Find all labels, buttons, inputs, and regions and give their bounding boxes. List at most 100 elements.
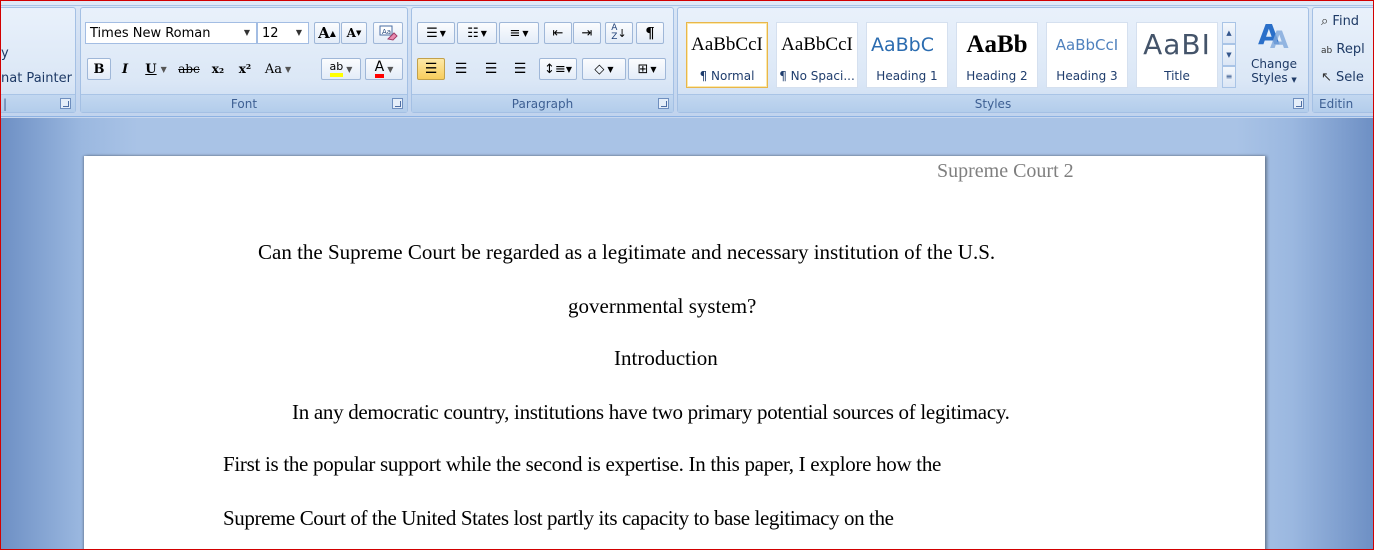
style-name: ¶ Normal <box>699 69 755 83</box>
style-title[interactable]: AaBI Title <box>1136 22 1218 88</box>
font-color-button[interactable]: A ▼ <box>365 58 403 80</box>
replace-button[interactable]: ab Repl <box>1321 42 1365 57</box>
font-dialog-launcher[interactable] <box>392 98 403 109</box>
sort-button[interactable]: A Z ↓ <box>605 22 633 44</box>
justify-icon: ☰ <box>513 61 527 77</box>
section-heading: Introduction <box>614 346 718 370</box>
italic-icon: I <box>121 61 129 77</box>
paragraph-group: ☰ ▼ ☷ ▼ ≡ ▼ ⇤ ⇥ A Z ↓ ¶ ☰ ☰ ☰ ☰ ↕≡ ▼ ◇ ▼… <box>411 7 674 113</box>
style-name: ¶ No Spaci... <box>779 69 855 83</box>
align-right-button[interactable]: ☰ <box>477 58 505 80</box>
decrease-indent-icon: ⇤ <box>552 25 564 41</box>
align-center-button[interactable]: ☰ <box>447 58 475 80</box>
style-sample: AaBbCcI <box>1055 36 1119 54</box>
replace-label: Repl <box>1336 42 1365 57</box>
numbering-button[interactable]: ☷ ▼ <box>457 22 497 44</box>
align-center-icon: ☰ <box>454 61 468 77</box>
subscript-button[interactable]: x₂ <box>205 58 231 80</box>
multilevel-list-button[interactable]: ≡ ▼ <box>499 22 539 44</box>
change-styles-label-line2: Styles <box>1251 71 1288 85</box>
editing-group-label-text: Editin <box>1319 97 1354 111</box>
bullets-button[interactable]: ☰ ▼ <box>417 22 455 44</box>
line-spacing-icon: ↕≡ <box>544 61 566 77</box>
font-group-label: Font <box>81 94 407 112</box>
style-sample: AaBbC <box>871 34 935 56</box>
style-name: Heading 1 <box>876 69 938 83</box>
paragraph-dialog-launcher[interactable] <box>658 98 669 109</box>
chevron-down-icon[interactable]: ▼ <box>292 25 306 41</box>
document-page[interactable]: Supreme Court 2 Can the Supreme Court be… <box>84 156 1265 550</box>
borders-button[interactable]: ⊞ ▼ <box>628 58 666 80</box>
style-name: Heading 2 <box>966 69 1028 83</box>
document-area: Supreme Court 2 Can the Supreme Court be… <box>0 118 1374 550</box>
chevron-down-icon[interactable]: ▼ <box>240 25 254 41</box>
clipboard-dialog-launcher[interactable] <box>60 98 71 109</box>
editing-group-label: Editin <box>1313 94 1374 112</box>
cut-label-partial[interactable]: y <box>1 46 9 61</box>
highlight-button[interactable]: ab ▼ <box>321 58 361 80</box>
title-line-2: governmental system? <box>568 294 757 318</box>
strikethrough-icon: abc <box>178 62 200 76</box>
style-no-spacing[interactable]: AaBbCcI ¶ No Spaci... <box>776 22 858 88</box>
format-painter-button[interactable]: nat Painter <box>1 71 72 86</box>
replace-icon: ab <box>1321 46 1333 56</box>
increase-indent-button[interactable]: ⇥ <box>573 22 601 44</box>
font-size-value: 12 <box>262 25 279 41</box>
find-button[interactable]: ⌕ Find <box>1321 14 1359 29</box>
ribbon-top-line <box>0 0 1374 6</box>
font-family-combo[interactable]: Times New Roman ▼ <box>85 22 257 44</box>
decrease-indent-button[interactable]: ⇤ <box>544 22 572 44</box>
paint-bucket-icon: ◇ <box>594 61 605 77</box>
change-styles-label-line1: Change <box>1251 57 1297 71</box>
grow-font-button[interactable]: A ▲ <box>314 22 340 44</box>
show-formatting-marks-button[interactable]: ¶ <box>636 22 664 44</box>
font-family-value: Times New Roman <box>90 25 211 41</box>
font-group: Times New Roman ▼ 12 ▼ A ▲ A ▼ Aa B I U ▼ <box>80 7 408 113</box>
align-left-button[interactable]: ☰ <box>417 58 445 80</box>
style-heading-3[interactable]: AaBbCcI Heading 3 <box>1046 22 1128 88</box>
underline-button[interactable]: U ▼ <box>139 58 173 80</box>
shrink-font-button[interactable]: A ▼ <box>341 22 367 44</box>
change-case-icon: Aa <box>264 61 282 77</box>
clear-formatting-button[interactable]: Aa <box>373 22 403 44</box>
styles-group: AaBbCcI ¶ Normal AaBbCcI ¶ No Spaci... A… <box>677 7 1309 113</box>
page-header: Supreme Court 2 <box>937 160 1074 182</box>
superscript-button[interactable]: x² <box>232 58 258 80</box>
change-case-button[interactable]: Aa ▼ <box>259 58 297 80</box>
style-heading-2[interactable]: AaBb Heading 2 <box>956 22 1038 88</box>
style-sample: AaBb <box>966 31 1028 58</box>
style-normal[interactable]: AaBbCcI ¶ Normal <box>686 22 768 88</box>
style-sample: AaBbCcI <box>691 34 763 55</box>
select-button[interactable]: ↖ Sele <box>1321 70 1364 85</box>
shading-button[interactable]: ◇ ▼ <box>582 58 626 80</box>
clipboard-group: y nat Painter | <box>0 7 76 113</box>
align-right-icon: ☰ <box>484 61 498 77</box>
borders-icon: ⊞ <box>637 61 649 77</box>
numbering-icon: ☷ <box>467 25 479 41</box>
bold-button[interactable]: B <box>87 58 111 80</box>
strikethrough-button[interactable]: abc <box>174 58 204 80</box>
gallery-more-button[interactable]: ≡ <box>1222 66 1236 88</box>
grow-font-icon: A <box>318 24 330 42</box>
multilevel-list-icon: ≡ <box>509 25 521 41</box>
bullets-icon: ☰ <box>426 25 438 41</box>
style-heading-1[interactable]: AaBbC Heading 1 <box>866 22 948 88</box>
justify-button[interactable]: ☰ <box>506 58 534 80</box>
clear-formatting-icon: Aa <box>379 25 398 41</box>
styles-dialog-launcher[interactable] <box>1293 98 1304 109</box>
chevron-down-icon: ▼ <box>1291 76 1297 84</box>
font-size-combo[interactable]: 12 ▼ <box>257 22 309 44</box>
gallery-scroll-up[interactable]: ▲ <box>1222 22 1236 44</box>
line-spacing-button[interactable]: ↕≡ ▼ <box>539 58 577 80</box>
editing-group: ⌕ Find ab Repl ↖ Sele Editin <box>1312 7 1374 113</box>
subscript-icon: x₂ <box>211 62 225 76</box>
superscript-icon: x² <box>238 62 252 76</box>
highlight-icon: ab <box>329 61 344 77</box>
svg-text:A: A <box>1270 26 1289 54</box>
change-styles-button[interactable]: A A Change Styles ▼ <box>1242 12 1306 94</box>
paragraph-line-2: First is the popular support while the s… <box>223 452 942 476</box>
italic-button[interactable]: I <box>114 58 136 80</box>
styles-group-label: Styles <box>678 94 1308 112</box>
gallery-scroll-down[interactable]: ▼ <box>1222 44 1236 66</box>
select-label: Sele <box>1336 70 1364 85</box>
